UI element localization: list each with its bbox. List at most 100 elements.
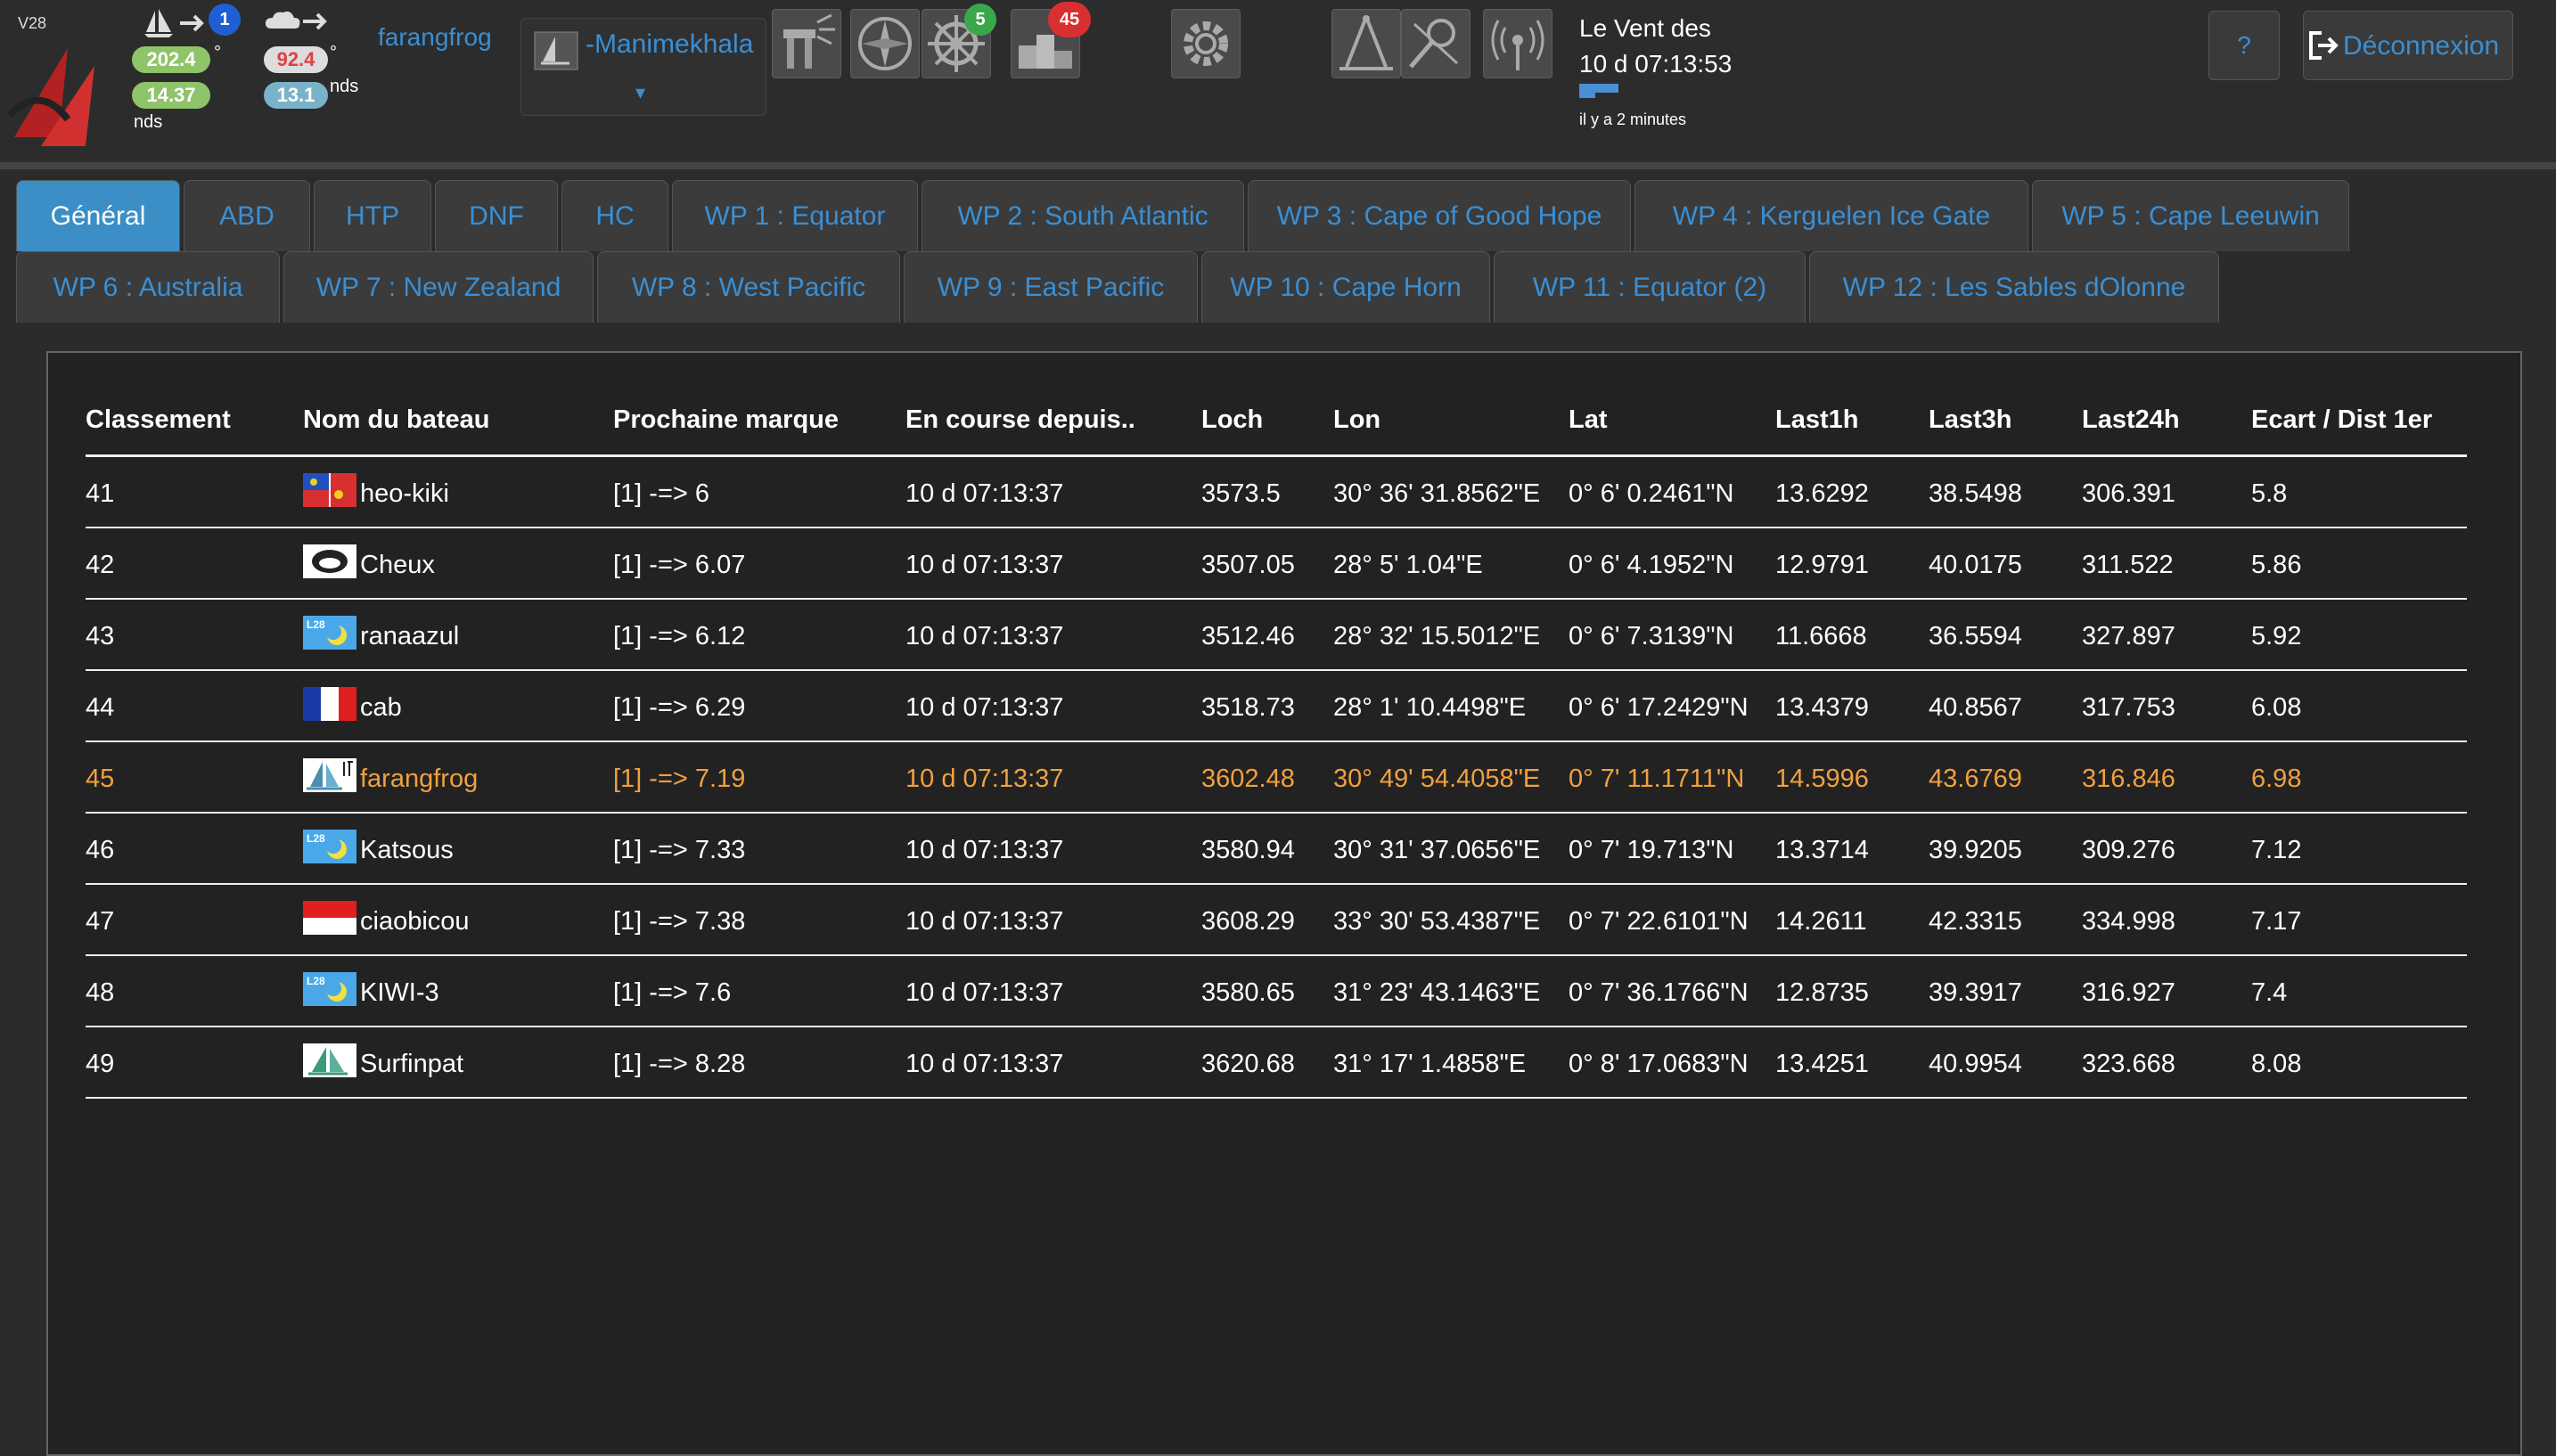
boat-cell[interactable]: L28 KIWI-3 [303, 955, 613, 1027]
next-mark-cell: [1] -=> 7.6 [613, 955, 905, 1027]
boat-name[interactable]: Katsous [360, 836, 454, 864]
col-loch[interactable]: Loch [1201, 401, 1333, 457]
network-tool-button[interactable] [1483, 9, 1552, 78]
sailboat-icon [534, 31, 578, 75]
gap-cell: 7.12 [2251, 813, 2467, 885]
measure-tool-button[interactable] [1401, 9, 1471, 78]
tab-wp7[interactable]: WP 7 : New Zealand [283, 251, 594, 323]
tab-htp[interactable]: HTP [314, 180, 431, 251]
col-last1h[interactable]: Last1h [1775, 401, 1929, 457]
last1h-cell: 12.9791 [1775, 528, 1929, 600]
last24h-cell: 311.522 [2082, 528, 2251, 600]
boat-name[interactable]: ciaobicou [360, 907, 470, 936]
last24h-cell: 327.897 [2082, 599, 2251, 671]
boat-cell[interactable]: farangfrog [303, 741, 613, 814]
tab-hc[interactable]: HC [561, 180, 668, 251]
tab-wp10[interactable]: WP 10 : Cape Horn [1201, 251, 1490, 323]
boat-select[interactable]: -Manimekhala ▾ [520, 18, 766, 116]
username-link[interactable]: farangfrog [378, 23, 492, 52]
boat-cell[interactable]: Cheux [303, 528, 613, 600]
boat-flag-icon: L28 [303, 972, 356, 1006]
sign-out-icon [2306, 29, 2341, 66]
boat-name[interactable]: heo-kiki [360, 479, 449, 508]
boat-cell[interactable]: Surfinpat [303, 1027, 613, 1099]
ranking-table: Classement Nom du bateau Prochaine marqu… [86, 401, 2467, 1099]
boat-name[interactable]: Cheux [360, 551, 435, 579]
last1h-cell: 12.8735 [1775, 955, 1929, 1027]
vlm-logo[interactable] [5, 30, 103, 160]
tab-wp1[interactable]: WP 1 : Equator [672, 180, 918, 251]
boat-cell[interactable]: L28 Katsous [303, 813, 613, 885]
col-rank[interactable]: Classement [86, 401, 303, 457]
boat-name[interactable]: Surfinpat [360, 1050, 463, 1078]
loch-cell: 3608.29 [1201, 884, 1333, 956]
tab-wp2[interactable]: WP 2 : South Atlantic [922, 180, 1244, 251]
boat-count-badge: 1 [209, 4, 241, 36]
boat-name[interactable]: cab [360, 693, 402, 722]
antenna-icon [1491, 20, 1544, 70]
loch-cell: 3507.05 [1201, 528, 1333, 600]
boat-name[interactable]: ranaazul [360, 622, 459, 650]
racing-since-cell: 10 d 07:13:37 [905, 884, 1201, 956]
helm-badge: 5 [964, 4, 996, 36]
wind-title: Le Vent des [1579, 14, 1711, 42]
col-racing-since[interactable]: En course depuis.. [905, 401, 1201, 457]
col-last3h[interactable]: Last3h [1929, 401, 2082, 457]
boat-cell[interactable]: cab [303, 670, 613, 742]
tab-wp11[interactable]: WP 11 : Equator (2) [1494, 251, 1806, 323]
boat-name[interactable]: farangfrog [360, 765, 478, 793]
loch-cell: 3620.68 [1201, 1027, 1333, 1099]
tab-wp5[interactable]: WP 5 : Cape Leeuwin [2032, 180, 2349, 251]
col-gap[interactable]: Ecart / Dist 1er [2251, 401, 2467, 457]
boat-heading-icon [143, 7, 214, 44]
table-row[interactable]: 43 L28 ranaazul [1] -=> 6.12 10 d 07:13:37 35… [86, 599, 2467, 671]
col-last24h[interactable]: Last24h [2082, 401, 2251, 457]
gap-cell: 6.98 [2251, 741, 2467, 814]
boat-flag-icon [303, 901, 356, 935]
help-button[interactable]: ? [2208, 11, 2280, 80]
tab-abd[interactable]: ABD [184, 180, 310, 251]
boat-cell[interactable]: heo-kiki [303, 455, 613, 528]
loch-cell: 3602.48 [1201, 741, 1333, 814]
tab-wp8[interactable]: WP 8 : West Pacific [597, 251, 900, 323]
next-mark-cell: [1] -=> 7.19 [613, 741, 905, 814]
tab-dnf[interactable]: DNF [435, 180, 558, 251]
col-lat[interactable]: Lat [1569, 401, 1775, 457]
buoy-tool-button[interactable] [772, 9, 841, 78]
racing-since-cell: 10 d 07:13:37 [905, 670, 1201, 742]
last24h-cell: 317.753 [2082, 670, 2251, 742]
last3h-cell: 36.5594 [1929, 599, 2082, 671]
chevron-down-icon: ▾ [635, 81, 646, 103]
lat-cell: 0° 8' 17.0683"N [1569, 1027, 1775, 1099]
table-row[interactable]: 47 ciaobicou [1] -=> 7.38 10 d 07:13:37 3608… [86, 884, 2467, 956]
tab-general[interactable]: Général [16, 180, 180, 251]
draw-tool-button[interactable] [1331, 9, 1401, 78]
compass-tool-button[interactable] [850, 9, 920, 78]
table-row[interactable]: 46 L28 Katsous [1] -=> 7.33 10 d 07:13:37 358… [86, 813, 2467, 885]
col-boat[interactable]: Nom du bateau [303, 401, 613, 457]
tab-wp12[interactable]: WP 12 : Les Sables dOlonne [1809, 251, 2219, 323]
tab-wp4[interactable]: WP 4 : Kerguelen Ice Gate [1634, 180, 2028, 251]
table-row[interactable]: 42 Cheux [1] -=> 6.07 10 d 07:13:37 3507.05 2… [86, 528, 2467, 600]
next-mark-cell: [1] -=> 6 [613, 455, 905, 528]
lat-cell: 0° 6' 0.2461"N [1569, 455, 1775, 528]
boat-flag-icon [303, 544, 356, 578]
last3h-cell: 39.3917 [1929, 955, 2082, 1027]
boat-cell[interactable]: ciaobicou [303, 884, 613, 956]
col-next-mark[interactable]: Prochaine marque [613, 401, 905, 457]
table-row[interactable]: 48 L28 KIWI-3 [1] -=> 7.6 10 d 07:13:37 3580.… [86, 955, 2467, 1027]
col-lon[interactable]: Lon [1333, 401, 1569, 457]
table-row[interactable]: 49 Surfinpat [1] -=> 8.28 10 d 07:13:37 3620… [86, 1027, 2467, 1099]
boat-name[interactable]: KIWI-3 [360, 978, 439, 1007]
logout-button[interactable]: Déconnexion [2303, 11, 2513, 80]
table-row[interactable]: 41 heo-kiki [1] -=> 6 10 d 07:13:37 3573.5 30… [86, 455, 2467, 528]
tab-wp3[interactable]: WP 3 : Cape of Good Hope [1248, 180, 1631, 251]
table-row[interactable]: 45 farangfrog [1] -=> 7.19 10 d 07:13:37 360… [86, 741, 2467, 814]
tab-wp9[interactable]: WP 9 : East Pacific [904, 251, 1198, 323]
lon-cell: 28° 5' 1.04"E [1333, 528, 1569, 600]
table-row[interactable]: 44 cab [1] -=> 6.29 10 d 07:13:37 3518.73 28°… [86, 670, 2467, 742]
gap-cell: 7.17 [2251, 884, 2467, 956]
tab-wp6[interactable]: WP 6 : Australia [16, 251, 280, 323]
settings-button[interactable] [1171, 9, 1241, 78]
boat-cell[interactable]: L28 ranaazul [303, 599, 613, 671]
